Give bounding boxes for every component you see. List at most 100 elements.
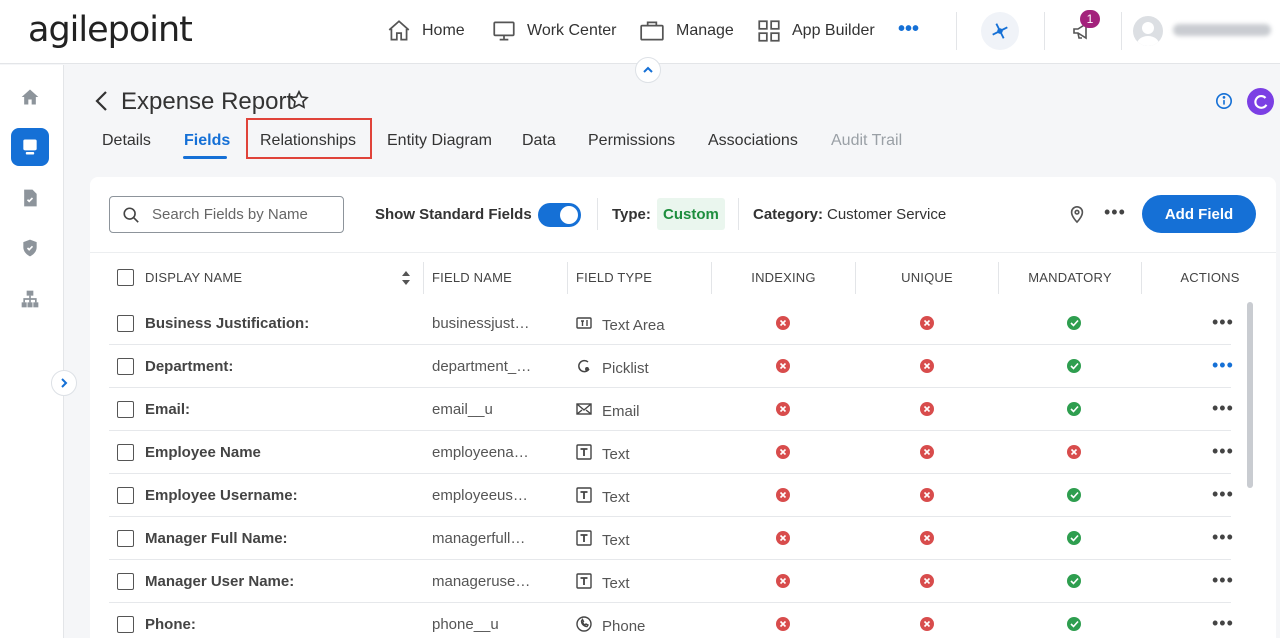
field-name-cell: email__u xyxy=(432,401,493,418)
row-checkbox[interactable] xyxy=(117,573,134,590)
nav-app-builder[interactable]: App Builder xyxy=(756,18,875,44)
table-row[interactable] xyxy=(109,388,1231,431)
field-type-cell: Phone xyxy=(576,616,645,636)
sort-icon[interactable] xyxy=(401,271,411,285)
sidebar-item-home[interactable] xyxy=(11,78,49,116)
sidebar-item-hierarchy[interactable] xyxy=(11,280,49,318)
row-checkbox[interactable] xyxy=(117,401,134,418)
field-type-cell: Text xyxy=(576,444,630,464)
nav-manage[interactable]: Manage xyxy=(638,18,734,44)
row-actions-button[interactable]: ••• xyxy=(1212,570,1234,591)
row-checkbox[interactable] xyxy=(117,530,134,547)
display-name-cell[interactable]: Business Justification: xyxy=(145,315,309,332)
row-checkbox[interactable] xyxy=(117,487,134,504)
phone-icon xyxy=(576,616,592,636)
app-avatar[interactable] xyxy=(1247,88,1274,115)
mandatory-check-icon xyxy=(1067,488,1081,502)
row-actions-button[interactable]: ••• xyxy=(1212,613,1234,634)
row-checkbox[interactable] xyxy=(117,616,134,633)
collapse-header-button[interactable] xyxy=(635,57,661,83)
row-actions-button[interactable]: ••• xyxy=(1212,484,1234,505)
tab-data[interactable]: Data xyxy=(522,132,556,150)
relationships-tab-highlight xyxy=(246,118,372,159)
expand-sidebar-button[interactable] xyxy=(51,370,77,396)
display-name-cell[interactable]: Employee Name xyxy=(145,444,261,461)
unique-cross-icon xyxy=(920,402,934,416)
sidebar-item-security[interactable] xyxy=(11,229,49,267)
display-name-cell[interactable]: Department: xyxy=(145,358,233,375)
text-icon xyxy=(576,573,592,593)
favorite-star-icon[interactable] xyxy=(288,89,310,111)
row-actions-button[interactable]: ••• xyxy=(1212,441,1234,462)
user-icon xyxy=(1137,22,1159,46)
row-actions-button[interactable]: ••• xyxy=(1212,527,1234,548)
tab-permissions[interactable]: Permissions xyxy=(588,132,675,150)
col-display-name[interactable]: DISPLAY NAME xyxy=(145,270,242,285)
sidebar-item-documents[interactable] xyxy=(11,179,49,217)
display-name-cell[interactable]: Manager Full Name: xyxy=(145,530,288,547)
display-name-cell[interactable]: Employee Username: xyxy=(145,487,298,504)
nav-home[interactable]: Home xyxy=(386,18,465,44)
field-name-cell: businessjustification__u xyxy=(432,315,532,332)
field-type-cell: Text Area xyxy=(576,315,665,335)
field-name-cell: department__u xyxy=(432,358,532,375)
home-icon xyxy=(21,89,39,105)
nav-more-button[interactable]: ••• xyxy=(898,18,919,41)
field-type-label: Text xyxy=(602,531,630,549)
user-name-blurred[interactable] xyxy=(1173,24,1271,36)
tab-fields[interactable]: Fields xyxy=(184,132,230,150)
display-name-cell[interactable]: Email: xyxy=(145,401,190,418)
indexing-cross-icon xyxy=(776,359,790,373)
unique-cross-icon xyxy=(920,445,934,459)
email-icon xyxy=(576,401,592,421)
add-field-button[interactable]: Add Field xyxy=(1142,195,1256,233)
table-row[interactable] xyxy=(109,345,1231,388)
category-value: Customer Service xyxy=(827,206,947,223)
location-pin-icon[interactable] xyxy=(1068,204,1086,224)
text-icon xyxy=(576,487,592,507)
back-icon[interactable] xyxy=(94,90,110,112)
text-icon xyxy=(576,530,592,550)
picklist-icon xyxy=(576,358,592,378)
info-icon[interactable] xyxy=(1215,92,1233,110)
home-icon xyxy=(388,20,410,41)
divider xyxy=(1044,12,1045,50)
mandatory-check-icon xyxy=(1067,617,1081,631)
divider xyxy=(1121,12,1122,50)
search-input[interactable] xyxy=(152,206,322,223)
tab-entity-diagram[interactable]: Entity Diagram xyxy=(387,132,492,150)
user-avatar[interactable] xyxy=(1133,16,1163,46)
table-row[interactable] xyxy=(109,603,1231,638)
field-type-label: Email xyxy=(602,402,640,420)
tab-associations[interactable]: Associations xyxy=(708,132,798,150)
row-actions-button[interactable]: ••• xyxy=(1212,312,1234,333)
select-all-checkbox[interactable] xyxy=(117,269,134,286)
more-options-button[interactable]: ••• xyxy=(1104,202,1126,223)
row-actions-button[interactable]: ••• xyxy=(1212,398,1234,419)
search-box[interactable] xyxy=(109,196,344,233)
col-field-name: FIELD NAME xyxy=(432,270,513,285)
sidebar-item-entities[interactable] xyxy=(11,128,49,166)
agilepoint-assistant-button[interactable] xyxy=(981,12,1019,50)
field-name-cell: managerfullname__u xyxy=(432,530,532,547)
divider xyxy=(738,198,739,230)
row-checkbox[interactable] xyxy=(117,358,134,375)
pinwheel-icon xyxy=(992,23,1008,39)
row-checkbox[interactable] xyxy=(117,444,134,461)
category-label: Category: xyxy=(753,206,824,223)
display-name-cell[interactable]: Phone: xyxy=(145,616,196,633)
display-name-cell[interactable]: Manager User Name: xyxy=(145,573,294,590)
row-actions-button[interactable]: ••• xyxy=(1212,355,1234,376)
row-checkbox[interactable] xyxy=(117,315,134,332)
table-row[interactable] xyxy=(109,431,1231,474)
type-label: Type: xyxy=(612,206,651,223)
field-name-cell: employeeusername__u xyxy=(432,487,532,504)
tab-details[interactable]: Details xyxy=(102,132,151,150)
agilepoint-logo[interactable]: agilepoint xyxy=(28,10,193,50)
nav-work-center[interactable]: Work Center xyxy=(491,18,617,44)
col-actions: ACTIONS xyxy=(1180,270,1240,285)
field-type-cell: Text xyxy=(576,487,630,507)
indexing-cross-icon xyxy=(776,488,790,502)
show-standard-fields-toggle[interactable] xyxy=(538,203,581,227)
scrollbar-thumb[interactable] xyxy=(1247,302,1253,488)
